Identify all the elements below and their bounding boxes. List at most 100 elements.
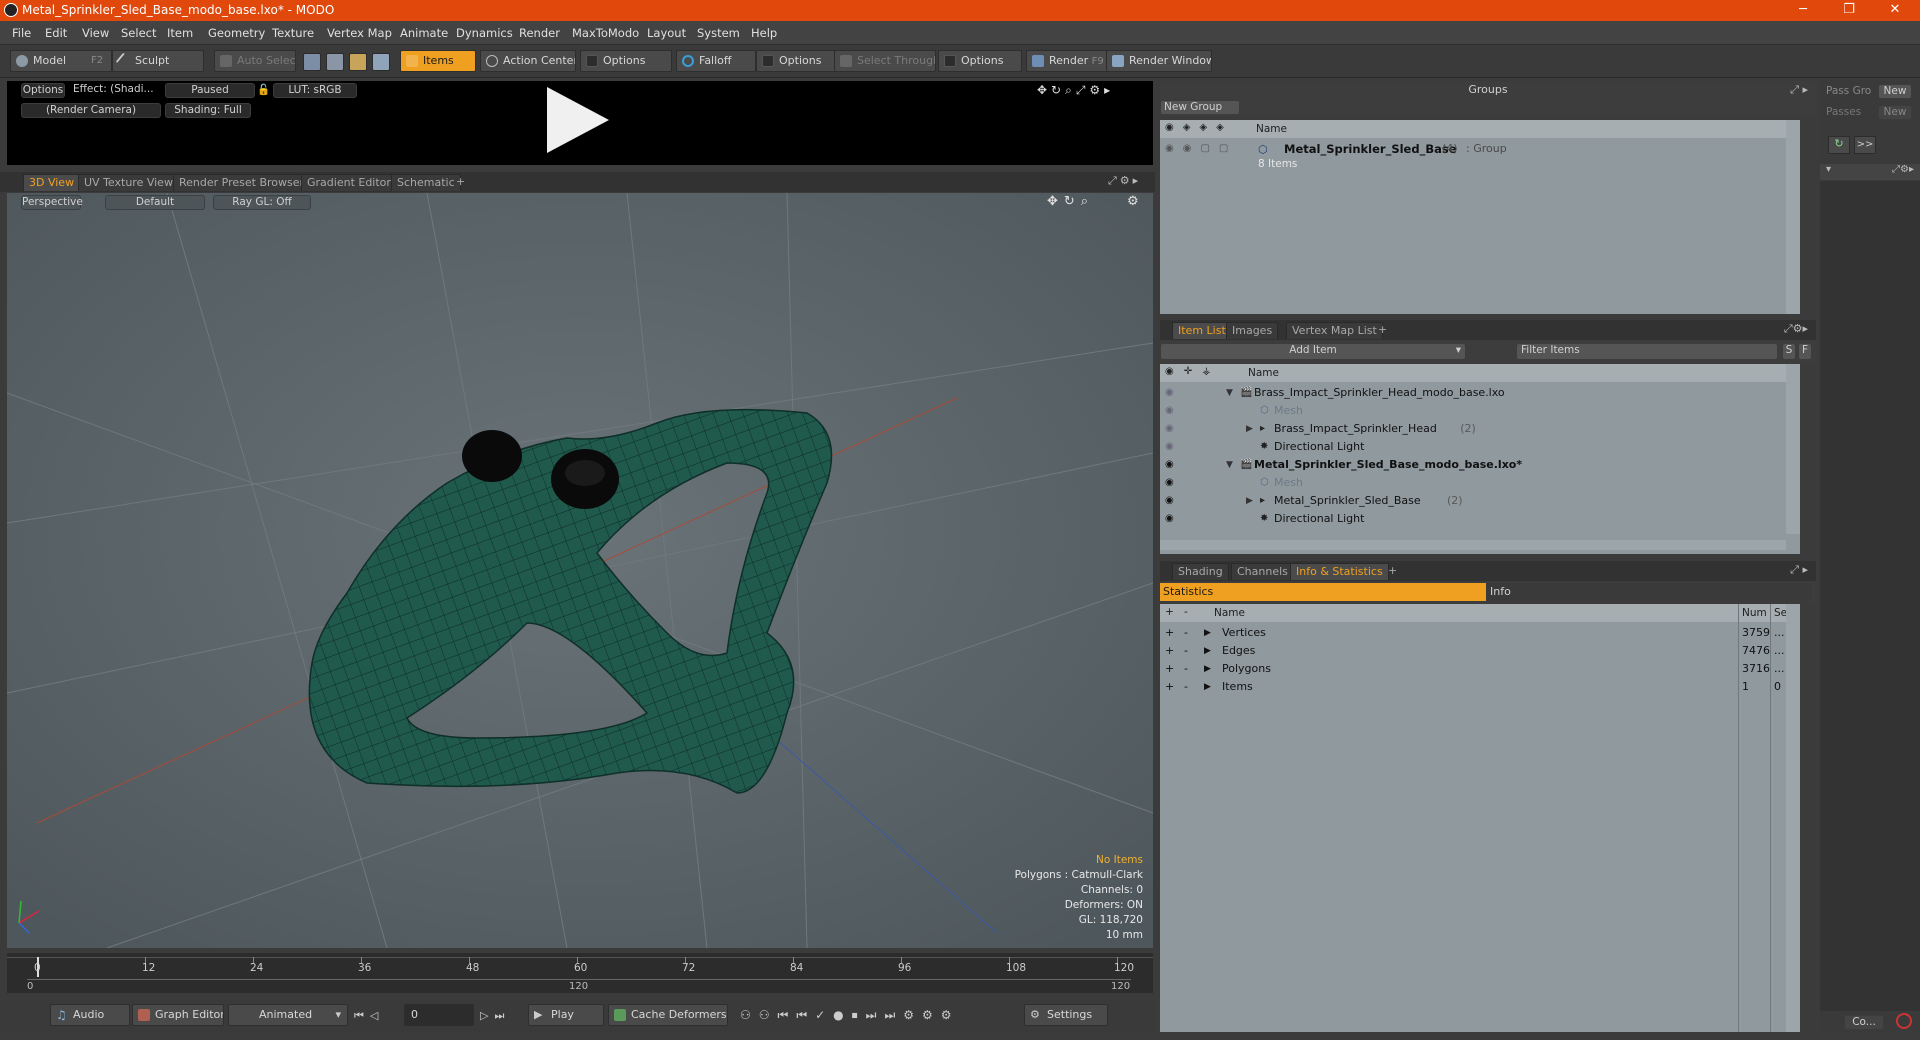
polygons-mode-icon[interactable] bbox=[349, 53, 367, 71]
menu-view[interactable]: View bbox=[82, 26, 109, 40]
filter-s-button[interactable]: S bbox=[1782, 343, 1796, 360]
expand-plus-icon[interactable]: + bbox=[1165, 660, 1174, 678]
groups-list[interactable]: Name ◉◈◈◈ ◉◉▢▢ ⬡ Metal_Sprinkler_Sled_Ba… bbox=[1160, 120, 1800, 314]
preview-nav-icons[interactable]: ✥↻⌕⤢⚙▸ bbox=[1037, 83, 1114, 98]
tab-channels[interactable]: Channels bbox=[1231, 563, 1294, 580]
tab-uv-texture-view[interactable]: UV Texture View bbox=[78, 174, 179, 191]
tab-render-preset-browser[interactable]: Render Preset Browser bbox=[173, 174, 311, 191]
expand-all-icon[interactable]: + bbox=[1165, 606, 1174, 618]
falloff-button[interactable]: Falloff bbox=[676, 50, 756, 72]
tab-vertex-map-list[interactable]: Vertex Map List bbox=[1286, 322, 1383, 339]
statistics-table[interactable]: + - Name Num Sel + - ▶ Vertices 3759... + - ▶ Ed… bbox=[1160, 604, 1800, 1032]
graph-editor-button[interactable]: Graph Editor bbox=[132, 1004, 224, 1026]
item-row[interactable]: ◉ ▼ 🎬 Brass_Impact_Sprinkler_Head_modo_base… bbox=[1160, 384, 1786, 402]
new-group-button[interactable]: New Group bbox=[1160, 100, 1240, 115]
select-through-button[interactable]: Select Through bbox=[834, 50, 936, 72]
collapse-minus-icon[interactable]: - bbox=[1184, 660, 1188, 678]
preview-effect-dropdown[interactable]: Effect: (Shadi... bbox=[69, 83, 163, 98]
menu-dynamics[interactable]: Dynamics bbox=[456, 26, 513, 40]
expand-plus-icon[interactable]: + bbox=[1165, 642, 1174, 660]
visibility-eye-icon[interactable]: ◉ bbox=[1165, 474, 1174, 492]
materials-mode-icon[interactable] bbox=[372, 53, 390, 71]
menu-texture[interactable]: Texture bbox=[272, 26, 314, 40]
expand-arrow-icon[interactable]: ▶ bbox=[1246, 492, 1253, 510]
menu-vertex-map[interactable]: Vertex Map bbox=[327, 26, 392, 40]
tab-images[interactable]: Images bbox=[1226, 322, 1279, 339]
menu-animate[interactable]: Animate bbox=[400, 26, 448, 40]
collapse-all-icon[interactable]: - bbox=[1184, 606, 1188, 618]
filter-items-input[interactable]: Filter Items bbox=[1516, 343, 1778, 360]
refresh-icon[interactable]: ↻ bbox=[1828, 136, 1850, 154]
panel-expand-icon[interactable]: ⤢ ▸ bbox=[1790, 83, 1808, 97]
falloff-options-button[interactable]: Options bbox=[756, 50, 836, 72]
item-row[interactable]: ◉ ✸ Directional Light bbox=[1160, 510, 1786, 528]
group-visibility-icons[interactable]: ◉◉▢▢ bbox=[1165, 143, 1237, 154]
prev-key-icons[interactable]: ⏮◁ bbox=[354, 1009, 384, 1023]
visibility-eye-icon[interactable]: ◉ bbox=[1165, 510, 1174, 528]
new-pass-button[interactable]: New bbox=[1878, 105, 1912, 120]
render-window-button[interactable]: Render Window bbox=[1106, 50, 1212, 72]
visibility-eye-icon[interactable]: ◉ bbox=[1165, 402, 1174, 420]
expand-arrow-icon[interactable]: ▶ bbox=[1204, 642, 1211, 660]
add-item-button[interactable]: Add Item ▾ bbox=[1160, 343, 1466, 360]
menu-select[interactable]: Select bbox=[121, 26, 156, 40]
viewport-expand-icons[interactable]: ⤢⚙▸ bbox=[1108, 174, 1141, 188]
lock-icon[interactable]: 🔓 bbox=[257, 84, 270, 99]
expand-plus-icon[interactable]: + bbox=[1165, 624, 1174, 642]
expand-plus-icon[interactable]: + bbox=[1165, 678, 1174, 696]
item-list[interactable]: Name ◉✛⚶ ◉ ▼ 🎬 Brass_Impact_Sprinkler_Head_… bbox=[1160, 364, 1800, 554]
tab-gradient-editor[interactable]: Gradient Editor bbox=[301, 174, 397, 191]
itemlist-scrollbar[interactable] bbox=[1786, 364, 1800, 534]
co-button[interactable]: Co... bbox=[1844, 1015, 1884, 1030]
transport-tool-icons[interactable]: ⚇⚇⏮⏮✓●⏹⏭⏭⚙⚙⚙ bbox=[740, 1008, 960, 1023]
raygl-dropdown[interactable]: Ray GL: Off bbox=[213, 195, 311, 210]
panel-expand-icon[interactable]: ⤢ ▸ bbox=[1790, 563, 1808, 577]
action-center-button[interactable]: Action Center bbox=[480, 50, 576, 72]
render-camera-dropdown[interactable]: (Render Camera) bbox=[21, 103, 161, 118]
edges-mode-icon[interactable] bbox=[326, 53, 344, 71]
shading-dropdown[interactable]: Shading: Full bbox=[165, 103, 251, 118]
record-icon[interactable] bbox=[1896, 1013, 1912, 1029]
tab-shading[interactable]: Shading bbox=[1172, 563, 1229, 580]
collapse-minus-icon[interactable]: - bbox=[1184, 624, 1188, 642]
expand-arrow-icon[interactable]: ▶ bbox=[1204, 660, 1211, 678]
filter-f-button[interactable]: F bbox=[1798, 343, 1812, 360]
tab-item-list[interactable]: Item List bbox=[1172, 322, 1232, 339]
go-button[interactable]: >> bbox=[1854, 136, 1876, 154]
statistics-tab[interactable]: Statistics bbox=[1160, 583, 1486, 601]
collapse-arrow-icon[interactable]: ▼ bbox=[1226, 384, 1233, 402]
tab-3d-view[interactable]: 3D View bbox=[23, 174, 81, 191]
item-row[interactable]: ◉ ⬡ Mesh bbox=[1160, 402, 1786, 420]
settings-button[interactable]: ⚙ Settings bbox=[1024, 1004, 1108, 1026]
menu-maxtomodo[interactable]: MaxToModo bbox=[572, 26, 639, 40]
lut-dropdown[interactable]: LUT: sRGB bbox=[273, 83, 357, 98]
preview-paused-button[interactable]: Paused bbox=[165, 83, 255, 98]
viewport-settings-icon[interactable]: ⚙ bbox=[1127, 194, 1139, 209]
collapse-minus-icon[interactable]: - bbox=[1184, 642, 1188, 660]
3d-viewport[interactable]: Perspective Default Ray GL: Off ✥↻⌕ ⚙ No… bbox=[7, 193, 1153, 948]
default-style-dropdown[interactable]: Default bbox=[105, 195, 205, 210]
menu-geometry[interactable]: Geometry bbox=[208, 26, 265, 40]
add-tab-button[interactable]: + bbox=[1383, 563, 1402, 580]
collapse-minus-icon[interactable]: - bbox=[1184, 678, 1188, 696]
viewport-nav-icons[interactable]: ✥↻⌕ bbox=[1047, 194, 1094, 209]
menu-item[interactable]: Item bbox=[167, 26, 193, 40]
visibility-eye-icon[interactable]: ◉ bbox=[1165, 492, 1174, 510]
perspective-dropdown[interactable]: Perspective bbox=[21, 195, 83, 210]
cache-deformers-button[interactable]: Cache Deformers bbox=[608, 1004, 728, 1026]
visibility-eye-icon[interactable]: ◉ bbox=[1165, 456, 1174, 474]
visibility-eye-icon[interactable]: ◉ bbox=[1165, 438, 1174, 456]
audio-button[interactable]: ♫ Audio bbox=[50, 1004, 130, 1026]
info-tab[interactable]: Info bbox=[1486, 583, 1812, 601]
select-through-options-button[interactable]: Options bbox=[938, 50, 1022, 72]
expand-arrow-icon[interactable]: ▶ bbox=[1204, 624, 1211, 642]
close-button[interactable]: ✕ bbox=[1872, 0, 1918, 21]
next-key-icons[interactable]: ▷⏭ bbox=[480, 1009, 510, 1023]
minimize-button[interactable]: ─ bbox=[1780, 0, 1826, 21]
action-center-options-button[interactable]: Options bbox=[580, 50, 672, 72]
add-tab-button[interactable]: + bbox=[1373, 322, 1392, 339]
menu-layout[interactable]: Layout bbox=[647, 26, 686, 40]
item-row[interactable]: ◉ ▼ 🎬 Metal_Sprinkler_Sled_Base_modo_base.l… bbox=[1160, 456, 1786, 474]
tab-info-statistics[interactable]: Info & Statistics bbox=[1290, 563, 1389, 580]
visibility-eye-icon[interactable]: ◉ bbox=[1165, 384, 1174, 402]
